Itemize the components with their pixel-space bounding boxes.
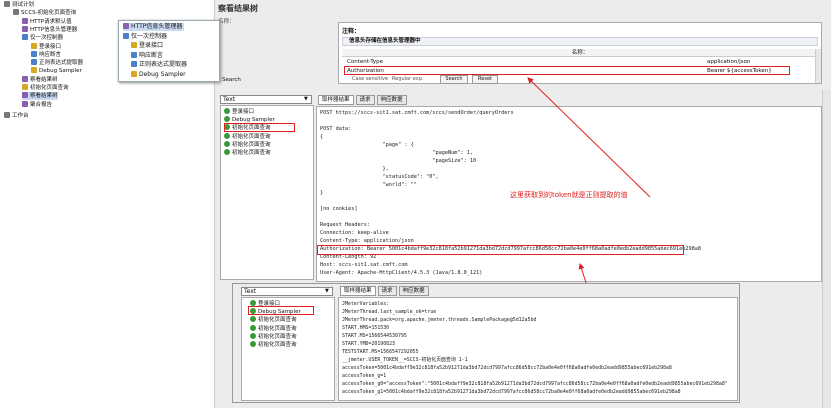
popup-tree-item[interactable]: 响应断言 xyxy=(131,51,165,60)
popup-item-label: 登录接口 xyxy=(139,42,164,50)
popup-tree-item[interactable]: Debug Sampler xyxy=(131,71,188,79)
popup-tree-item[interactable]: 登录接口 xyxy=(131,42,165,50)
chevron-down-icon[interactable]: ▼ xyxy=(325,288,329,294)
sample-item[interactable]: 初始化页面查询 xyxy=(250,316,301,324)
sample-label: 初始化页面查询 xyxy=(258,333,297,340)
result-tab[interactable]: 响应数据 xyxy=(398,286,429,296)
element-icon xyxy=(123,23,129,29)
popup-item-label: 响应断言 xyxy=(139,51,164,59)
success-check-icon xyxy=(250,332,256,339)
result-tab[interactable]: 请求 xyxy=(377,286,397,296)
element-icon xyxy=(123,32,129,39)
popup-tree-item[interactable]: 正则表达式提取器 xyxy=(131,61,189,69)
bottom-result-tabs: 取样器结果 请求 响应数据 xyxy=(340,286,429,296)
main-scrollbar[interactable] xyxy=(822,90,831,408)
sample-label: 初始化页面查询 xyxy=(258,325,297,332)
popup-item-label: Debug Sampler xyxy=(139,71,186,78)
popup-item-label: 仅一次控制器 xyxy=(131,32,168,40)
sample-item[interactable]: 初始化页面查询 xyxy=(250,332,301,341)
popup-tree-item[interactable]: 仅一次控制器 xyxy=(123,32,169,41)
bottom-renderer-select[interactable]: Text xyxy=(241,287,333,296)
debug-text-panel: JMeterVariables: JMeterThread.last_sampl… xyxy=(338,297,738,401)
sample-item[interactable]: 初始化页面查询 xyxy=(250,324,301,333)
element-icon xyxy=(131,71,137,77)
popup-tree-item[interactable]: HTTP信息头管理器 xyxy=(123,23,185,31)
success-check-icon xyxy=(250,340,256,347)
success-check-icon xyxy=(250,316,256,323)
sample-label: 初始化页面查询 xyxy=(258,341,297,348)
sample-item[interactable]: 初始化页面查询 xyxy=(250,340,301,349)
success-check-icon xyxy=(250,324,256,331)
result-tab[interactable]: 取样器结果 xyxy=(340,286,376,296)
element-icon xyxy=(131,42,137,49)
debug-text: JMeterVariables: JMeterThread.last_sampl… xyxy=(342,301,728,395)
element-icon xyxy=(131,51,137,58)
popup-item-label: 正则表达式提取器 xyxy=(139,61,188,69)
popup-item-label: HTTP信息头管理器 xyxy=(131,23,183,30)
tree-snippet-popup: HTTP信息头管理器 仅一次控制器 登录接口 响应断言正则表达式提取器 Debug Sa… xyxy=(118,20,220,82)
arrow-to-header-manager xyxy=(527,77,651,198)
sample-label: 初始化页面查询 xyxy=(258,317,297,324)
debug-sampler-highlight xyxy=(248,306,314,315)
element-icon xyxy=(131,61,137,68)
